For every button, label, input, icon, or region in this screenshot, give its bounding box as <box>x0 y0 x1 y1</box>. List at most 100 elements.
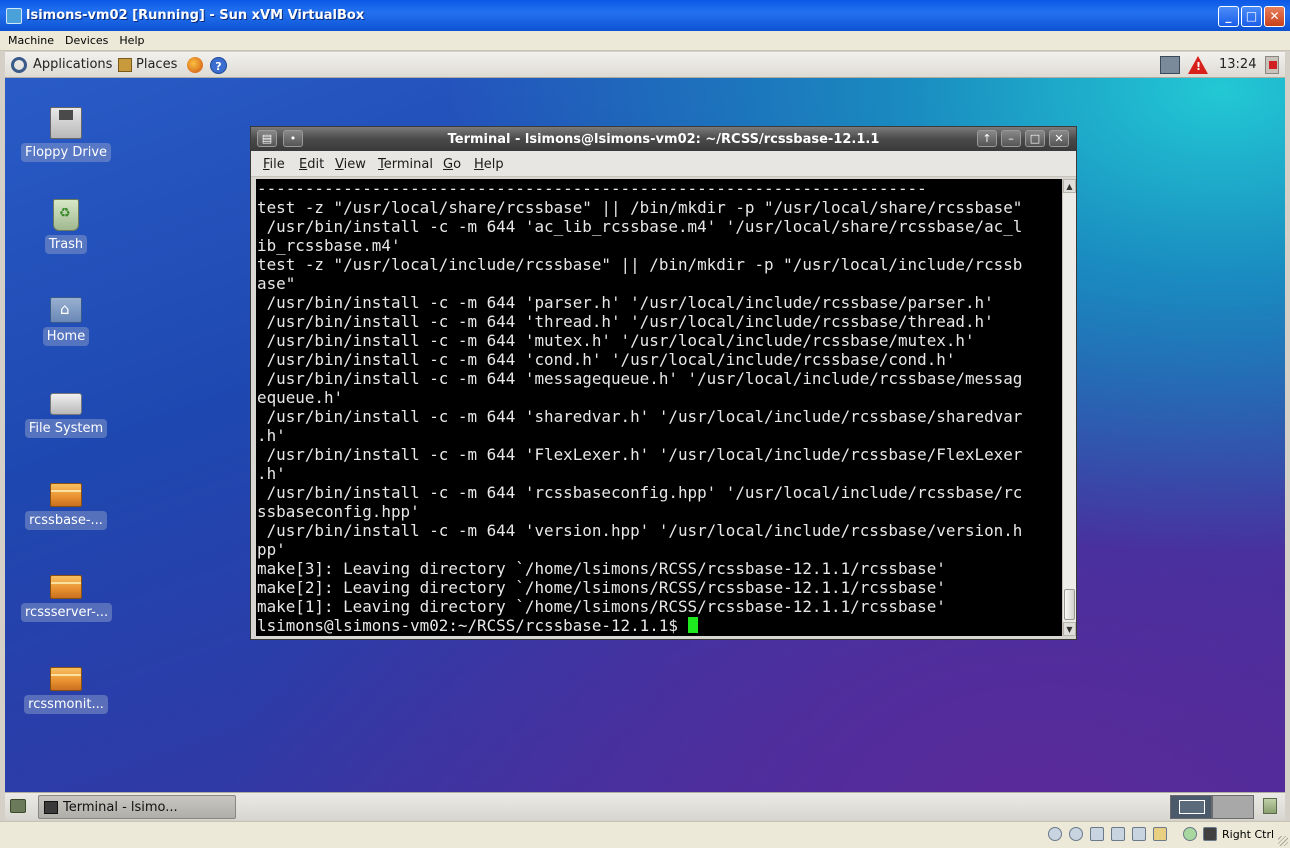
places-menu[interactable]: Places <box>136 57 177 72</box>
desktop-icon-label: Floppy Drive <box>21 143 112 162</box>
terminal-scrollbar[interactable]: ▲ ▼ <box>1062 179 1076 636</box>
menu-file[interactable]: File <box>263 157 285 172</box>
terminal-line: make[3]: Leaving directory `/home/lsimon… <box>257 559 946 578</box>
firefox-launcher-icon[interactable] <box>187 57 203 73</box>
host-menu-devices[interactable]: Devices <box>57 31 111 47</box>
desktop-icon-rcssmonitor[interactable]: rcssmonit... <box>21 659 111 714</box>
package-icon <box>50 667 82 691</box>
applications-menu-icon <box>11 57 27 73</box>
mnemonic: V <box>335 157 344 172</box>
mnemonic: H <box>474 157 484 172</box>
host-close-button[interactable]: ✕ <box>1264 6 1285 27</box>
host-window-title: lsimons-vm02 [Running] - Sun xVM Virtual… <box>26 8 365 23</box>
scroll-down-arrow-icon[interactable]: ▼ <box>1063 622 1076 636</box>
resize-grip[interactable] <box>1278 836 1288 846</box>
host-maximize-button[interactable]: □ <box>1241 6 1262 27</box>
desktop-icon-floppy-drive[interactable]: Floppy Drive <box>21 107 112 162</box>
terminal-line: /usr/bin/install -c -m 644 'cond.h' '/us… <box>257 350 956 369</box>
menu-label-rest: ile <box>269 157 285 172</box>
terminal-line: /usr/bin/install -c -m 644 'messagequeue… <box>257 369 1023 388</box>
terminal-line: pp' <box>257 540 286 559</box>
desktop-icon-rcssserver[interactable]: rcssserver-... <box>21 567 113 622</box>
desktop-icon-label: rcssmonit... <box>24 695 108 714</box>
panel-clock[interactable]: 13:24 <box>1219 57 1256 72</box>
desktop-icon-trash[interactable]: Trash <box>21 199 111 254</box>
close-icon[interactable]: ✕ <box>1049 130 1069 147</box>
floppy-drive-icon <box>50 107 82 139</box>
terminal-line: ----------------------------------------… <box>257 179 927 198</box>
package-icon <box>50 483 82 507</box>
terminal-line: /usr/bin/install -c -m 644 'parser.h' '/… <box>257 293 994 312</box>
host-menubar: Machine Devices Help <box>0 31 1290 51</box>
host-menu-machine[interactable]: Machine <box>0 31 57 47</box>
terminal-line: .h' <box>257 426 286 445</box>
shade-up-icon[interactable]: ↑ <box>977 130 997 147</box>
network-icon[interactable] <box>1111 827 1125 841</box>
host-menu-help[interactable]: Help <box>111 31 147 47</box>
minimize-icon[interactable]: – <box>1001 130 1021 147</box>
desktop-icon-rcssbase[interactable]: rcssbase-... <box>21 475 111 530</box>
keyboard-capture-icon[interactable] <box>1203 827 1217 841</box>
trash-applet-icon[interactable] <box>1263 798 1277 814</box>
shared-folder-icon[interactable] <box>1153 827 1167 841</box>
show-desktop-icon[interactable] <box>10 799 26 813</box>
terminal-line: make[1]: Leaving directory `/home/lsimon… <box>257 597 946 616</box>
scrollbar-thumb[interactable] <box>1064 589 1075 620</box>
file-system-icon <box>50 393 82 415</box>
warning-glyph: ! <box>1196 60 1202 73</box>
host-minimize-button[interactable]: _ <box>1218 6 1239 27</box>
desktop-icon-label: File System <box>24 419 108 438</box>
hard-disk-icon[interactable] <box>1048 827 1062 841</box>
scroll-up-arrow-icon[interactable]: ▲ <box>1063 179 1076 193</box>
terminal-menubar: File Edit View Terminal Go Help <box>251 151 1076 177</box>
top-panel: Applications Places ? ! 13:24 <box>5 52 1285 78</box>
menu-label-rest: dit <box>307 157 325 172</box>
desktop-icon-label: rcssserver-... <box>21 603 113 622</box>
desktop-icon-file-system[interactable]: File System <box>21 383 111 438</box>
applications-menu[interactable]: Applications <box>33 57 112 72</box>
terminal-line: /usr/bin/install -c -m 644 'mutex.h' '/u… <box>257 331 975 350</box>
menu-edit[interactable]: Edit <box>299 157 324 172</box>
shell-prompt: lsimons@lsimons-vm02:~/RCSS/rcssbase-12.… <box>257 616 688 635</box>
host-titlebar: lsimons-vm02 [Running] - Sun xVM Virtual… <box>0 0 1290 31</box>
menu-label-rest: erminal <box>383 157 433 172</box>
floppy-icon[interactable] <box>1090 827 1104 841</box>
maximize-icon[interactable]: □ <box>1025 130 1045 147</box>
help-launcher-icon[interactable]: ? <box>210 57 227 74</box>
mnemonic: G <box>443 157 454 172</box>
mouse-integration-icon[interactable] <box>1183 827 1197 841</box>
cd-icon[interactable] <box>1069 827 1083 841</box>
menu-view[interactable]: View <box>335 157 366 172</box>
taskbar-button-label: Terminal - lsimo... <box>63 800 178 815</box>
workspace-2[interactable] <box>1212 795 1254 819</box>
terminal-prompt-line: lsimons@lsimons-vm02:~/RCSS/rcssbase-12.… <box>256 616 1062 635</box>
workspace-1[interactable] <box>1170 795 1212 819</box>
menu-label-rest: iew <box>343 157 366 172</box>
terminal-window: ▤ • Terminal - lsimons@lsimons-vm02: ~/R… <box>250 126 1077 640</box>
terminal-titlebar[interactable]: ▤ • Terminal - lsimons@lsimons-vm02: ~/R… <box>251 127 1076 151</box>
desktop-icon-home[interactable]: Home <box>21 291 111 346</box>
terminal-line: /usr/bin/install -c -m 644 'thread.h' '/… <box>257 312 994 331</box>
menu-terminal[interactable]: Terminal <box>378 157 433 172</box>
host-status-bar: Right Ctrl <box>0 821 1290 848</box>
desktop-icon-label: rcssbase-... <box>25 511 107 530</box>
terminal-line: test -z "/usr/local/include/rcssbase" ||… <box>257 255 1023 274</box>
terminal-line: ssbaseconfig.hpp' <box>257 502 420 521</box>
bottom-panel: Terminal - lsimo... <box>5 792 1285 820</box>
terminal-output[interactable]: ----------------------------------------… <box>256 179 1062 636</box>
network-monitor-icon[interactable] <box>1160 56 1180 74</box>
virtualbox-icon <box>6 8 22 24</box>
menu-go[interactable]: Go <box>443 157 461 172</box>
desktop-icon-label: Home <box>42 327 90 346</box>
terminal-line: equeue.h' <box>257 388 344 407</box>
menu-label-rest: o <box>453 157 462 172</box>
menu-help[interactable]: Help <box>474 157 504 172</box>
terminal-line: .h' <box>257 464 286 483</box>
desktop-icon-label: Trash <box>44 235 88 254</box>
taskbar-button-terminal[interactable]: Terminal - lsimo... <box>38 795 236 819</box>
host-key-label: Right Ctrl <box>1222 828 1275 841</box>
terminal-line: make[2]: Leaving directory `/home/lsimon… <box>257 578 946 597</box>
warning-notification-icon[interactable]: ! <box>1188 56 1208 74</box>
usb-icon[interactable] <box>1132 827 1146 841</box>
logout-icon[interactable] <box>1265 56 1279 74</box>
